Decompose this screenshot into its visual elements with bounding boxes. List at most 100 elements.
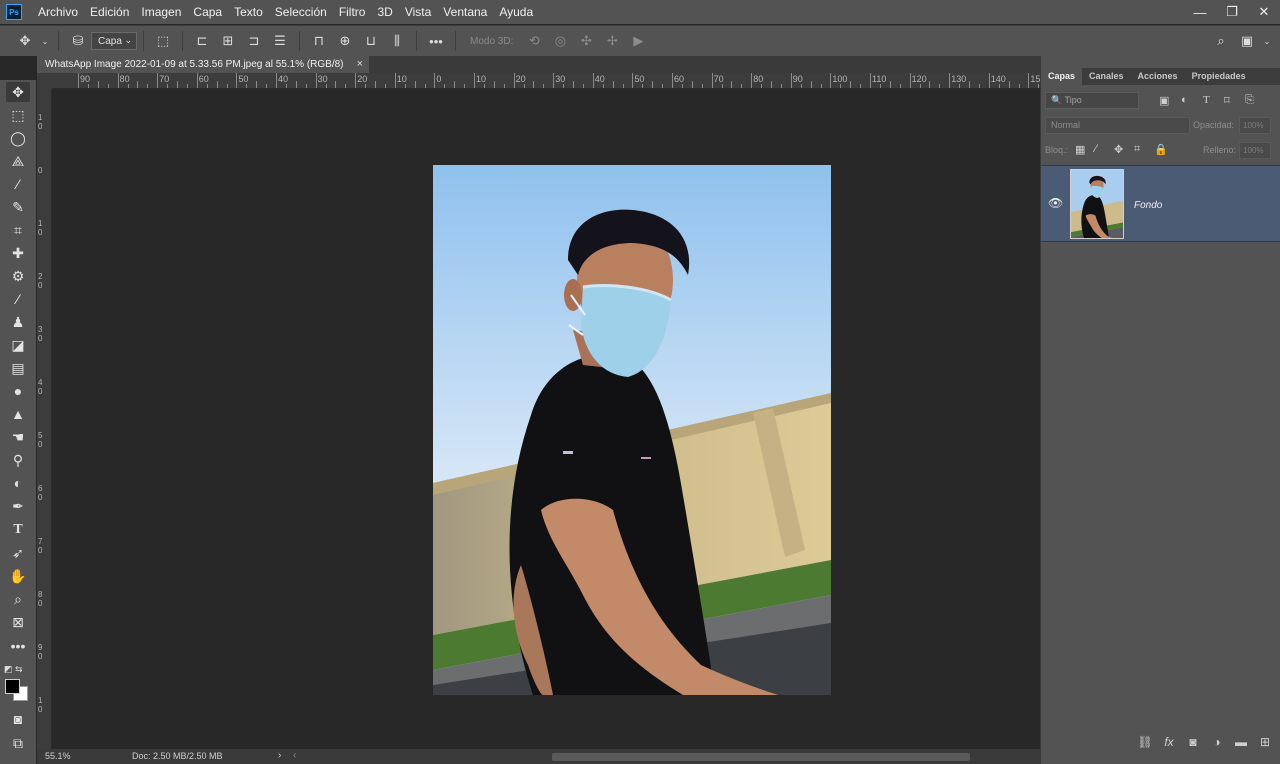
add-mask-icon[interactable]: ◙ [1181,735,1205,749]
menu-seleccion[interactable]: Selección [269,0,333,24]
frame-icon[interactable]: ⊠ [6,612,30,632]
search-icon[interactable]: ⌕ [1210,30,1232,52]
auto-select-dropdown[interactable]: Capa ⌄ [91,32,137,50]
layer-row[interactable]: 👁 Fondo [1041,165,1280,242]
zoom-level[interactable]: 55.1% [45,751,71,761]
tool-preset-chevron-icon[interactable]: ⌄ [40,30,50,52]
more-options-icon[interactable]: ••• [425,30,447,52]
adjustment-filter-icon[interactable]: ◐ [1181,94,1188,106]
eraser-icon[interactable]: ◪ [6,335,30,355]
orbit-3d-icon[interactable]: ⟲ [523,30,545,52]
tab-capas[interactable]: Capas [1041,68,1083,85]
hand-icon[interactable]: ✋ [6,566,30,586]
new-group-icon[interactable]: ▬ [1229,735,1253,749]
vertical-ruler[interactable]: 1 0 0 1 0 2 0 3 0 4 0 5 0 6 0 7 0 8 0 9 0 1 0 [37,89,52,749]
foreground-color-swatch[interactable] [5,679,20,694]
status-menu-arrow-icon[interactable]: › [278,750,281,761]
smart-object-filter-icon[interactable]: ⎘ [1245,94,1254,107]
new-layer-icon[interactable]: ⊞ [1253,735,1277,749]
menu-3d[interactable]: 3D [371,0,398,24]
magic-wand-icon[interactable]: ⁄ [6,174,30,194]
layer-kind-filter[interactable]: 🔍 Tipo [1045,92,1139,109]
tab-acciones[interactable]: Acciones [1131,68,1185,85]
swap-colors-icon[interactable]: ◩ ⇆ [4,664,23,675]
menu-archivo[interactable]: Archivo [32,0,84,24]
move-icon[interactable]: ✥ [14,30,36,52]
fx-icon[interactable]: fx [1157,735,1181,749]
type-filter-icon[interactable]: T [1203,94,1210,106]
more-tools-icon[interactable]: ••• [6,636,30,656]
healing-brush-icon[interactable]: ✚ [6,243,30,263]
auto-select-icon[interactable]: ⛁ [67,30,89,52]
pixel-filter-icon[interactable]: ▣ [1159,94,1169,107]
document-tab[interactable]: WhatsApp Image 2022-01-09 at 5.33.56 PM.… [37,56,369,73]
minimize-button[interactable]: — [1184,0,1216,24]
sponge-icon[interactable]: ◐ [6,473,30,493]
align-bottom-icon[interactable]: ⊔ [360,30,382,52]
eye-visibility-icon[interactable]: 👁 [1048,196,1063,210]
patch-icon[interactable]: ⚙ [6,266,30,286]
blend-mode-dropdown[interactable]: Normal [1045,117,1190,134]
menu-edicion[interactable]: Edición [84,0,135,24]
document-image[interactable] [433,165,831,695]
horizontal-ruler[interactable]: 90 80 70 60 50 40 30 20 10 0 10 20 30 40 50 60 70 80 90 100… [52,73,1040,89]
menu-filtro[interactable]: Filtro [333,0,372,24]
quick-mask-icon[interactable]: ◙ [6,709,30,729]
menu-capa[interactable]: Capa [187,0,228,24]
path-selection-icon[interactable]: ➶ [6,543,30,563]
pan-3d-icon[interactable]: ✣ [575,30,597,52]
clone-stamp-icon[interactable]: ♟ [6,312,30,332]
align-center-h-icon[interactable]: ⊞ [217,30,239,52]
polygonal-lasso-icon[interactable]: ⟁ [6,151,30,171]
scroll-left-arrow-icon[interactable]: ‹ [293,750,296,761]
lock-all-icon[interactable]: 🔒 [1154,143,1168,156]
sharpen-icon[interactable]: ▲ [6,404,30,424]
layer-name[interactable]: Fondo [1134,200,1162,211]
opacity-field[interactable]: 100% [1239,117,1271,134]
menu-ventana[interactable]: Ventana [437,0,493,24]
chevron-down-icon[interactable]: ⌄ [1262,30,1272,52]
lasso-icon[interactable]: ◯ [6,128,30,148]
adjustment-layer-icon[interactable]: ◑ [1205,735,1229,749]
fill-field[interactable]: 100% [1239,142,1271,159]
menu-ayuda[interactable]: Ayuda [493,0,539,24]
blur-icon[interactable]: ● [6,381,30,401]
layer-thumbnail[interactable] [1070,169,1124,239]
tab-propiedades[interactable]: Propiedades [1185,68,1253,85]
close-tab-icon[interactable]: × [357,56,363,73]
screen-mode-icon[interactable]: ⧉ [6,733,30,753]
workspace-icon[interactable]: ▣ [1236,30,1258,52]
align-right-icon[interactable]: ⊐ [243,30,265,52]
align-middle-v-icon[interactable]: ⊕ [334,30,356,52]
menu-imagen[interactable]: Imagen [135,0,187,24]
lock-position-icon[interactable]: ✥ [1114,143,1123,156]
align-top-icon[interactable]: ⊓ [308,30,330,52]
lock-artboard-icon[interactable]: ⌗ [1134,143,1140,156]
dodge-icon[interactable]: ⚲ [6,450,30,470]
roll-3d-icon[interactable]: ◎ [549,30,571,52]
eyedropper-icon[interactable]: ✎ [6,197,30,217]
brush-icon[interactable]: ∕ [6,289,30,309]
horizontal-scrollbar[interactable] [552,753,970,761]
tab-canales[interactable]: Canales [1082,68,1131,85]
menu-vista[interactable]: Vista [399,0,437,24]
move-tool-icon[interactable]: ✥ [6,82,30,102]
zoom-icon[interactable]: ⌕ [6,589,30,609]
transform-controls-icon[interactable]: ⬚ [152,30,174,52]
restore-button[interactable]: ❐ [1216,0,1248,24]
canvas-area[interactable] [52,89,1040,749]
close-window-button[interactable]: ✕ [1248,0,1280,24]
gradient-icon[interactable]: ▤ [6,358,30,378]
align-left-icon[interactable]: ⊏ [191,30,213,52]
crop-icon[interactable]: ⌗ [6,220,30,240]
pen-icon[interactable]: ✒ [6,496,30,516]
scale-3d-icon[interactable]: ▶ [627,30,649,52]
shape-filter-icon[interactable]: ⌑ [1224,94,1230,107]
lock-transparent-icon[interactable]: ▦ [1075,143,1085,156]
slide-3d-icon[interactable]: ✢ [601,30,623,52]
distribute-h-icon[interactable]: ☰ [269,30,291,52]
smudge-icon[interactable]: ☚ [6,427,30,447]
menu-texto[interactable]: Texto [228,0,269,24]
distribute-v-icon[interactable]: ⫼ [386,30,408,52]
lock-image-icon[interactable]: ∕ [1095,143,1097,155]
